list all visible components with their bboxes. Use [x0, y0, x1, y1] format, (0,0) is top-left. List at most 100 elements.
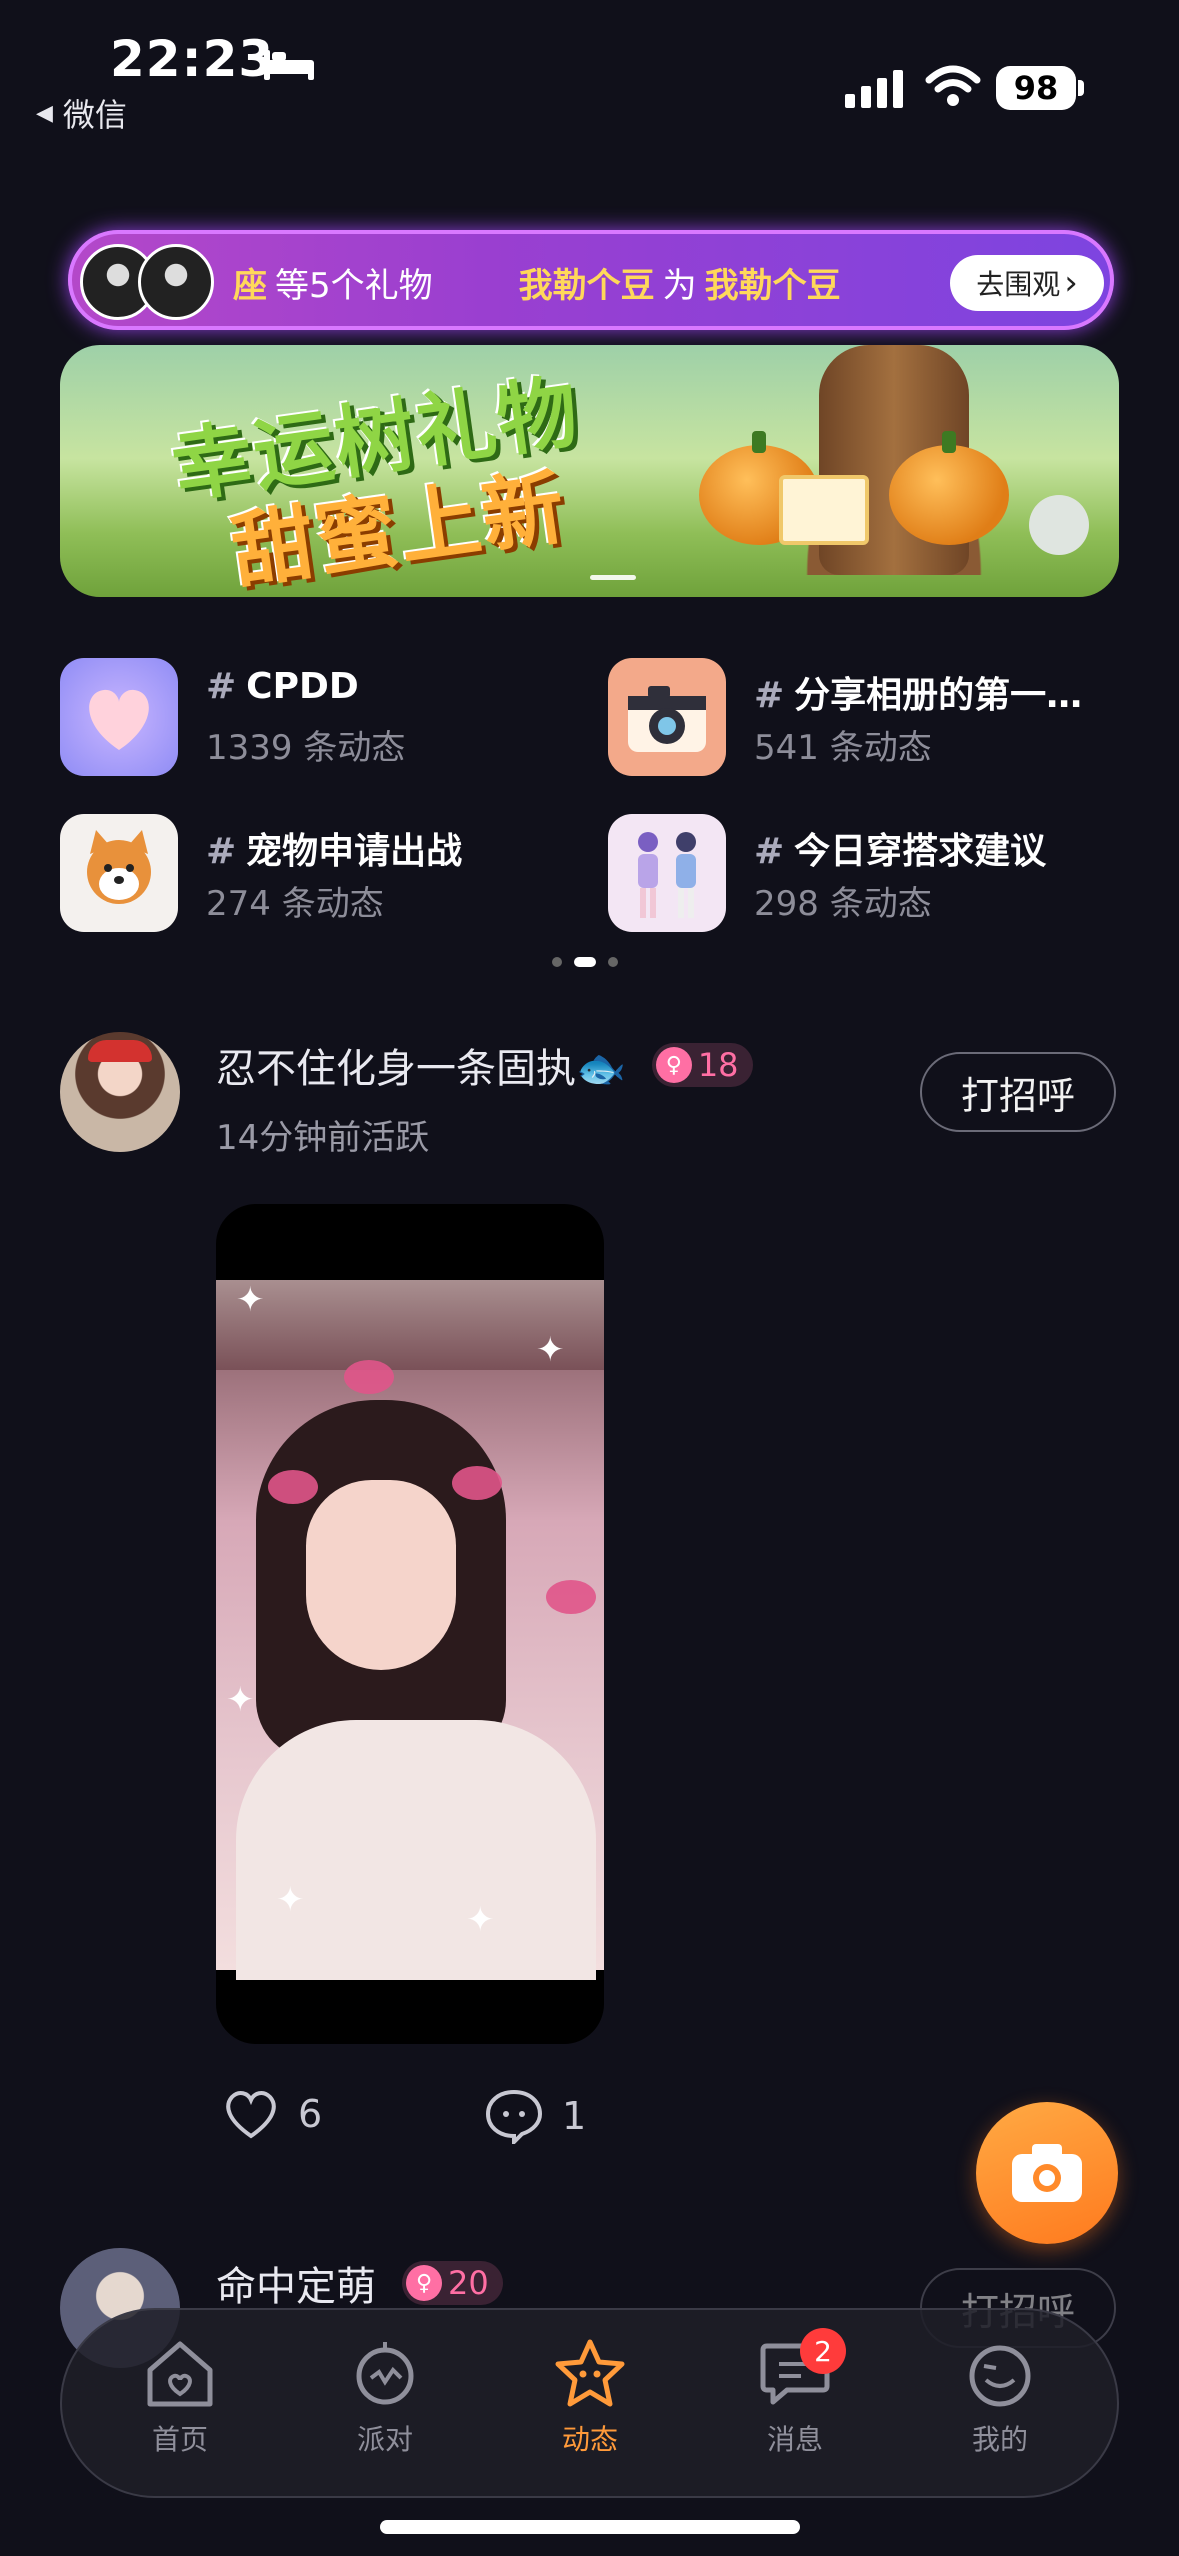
greet-button[interactable]: 打招呼 — [920, 1052, 1116, 1132]
topic-count: 541 条动态 — [754, 728, 932, 768]
tab-label: 我的 — [971, 2423, 1028, 2456]
tab-party[interactable]: 派对 — [315, 2338, 455, 2458]
home-icon — [147, 2341, 213, 2407]
username[interactable]: 命中定萌 — [216, 2254, 376, 2312]
topic-title-text: 分享相册的第一… — [794, 675, 1083, 716]
level-value: 18 — [697, 1046, 739, 1084]
topic-title: # 分享相册的第一… — [754, 666, 1082, 718]
camera-icon — [1012, 2144, 1082, 2202]
comment-count: 1 — [562, 2094, 587, 2138]
topic-title: # 今日穿搭求建议 — [754, 822, 1046, 874]
ticker-avatar — [138, 244, 214, 320]
sparkle-icon: ✦ — [276, 1880, 305, 1920]
feed-icon — [555, 2339, 625, 2407]
sparkle-icon: ✦ — [536, 1330, 565, 1370]
sparkle-icon: ✦ — [466, 1900, 495, 1940]
topics-pager — [552, 957, 618, 967]
topic-title-text: CPDD — [246, 666, 359, 707]
face — [306, 1480, 456, 1670]
tab-profile[interactable]: 我的 — [930, 2338, 1070, 2458]
post-video[interactable]: ✦ ✦ ✦ ✦ ✦ — [216, 1204, 604, 2044]
active-time: 14分钟前活跃 — [216, 1118, 430, 1158]
ticker-text-1: 座 — [233, 266, 267, 306]
kiss-sticker — [452, 1466, 502, 1500]
female-icon: ♀ — [406, 2265, 442, 2301]
topic-title-text: 今日穿搭求建议 — [794, 831, 1047, 872]
go-watch-label: 去围观 — [976, 268, 1061, 301]
sparkle-icon: ✦ — [236, 1280, 265, 1320]
home-indicator[interactable] — [380, 2520, 800, 2534]
topic-title-text: 宠物申请出战 — [246, 831, 463, 872]
like-button[interactable]: 6 — [222, 2088, 322, 2140]
hash-icon: # — [206, 831, 237, 872]
heart-icon — [60, 658, 178, 776]
sparkle-icon: ✦ — [226, 1680, 255, 1720]
tab-label: 首页 — [151, 2423, 208, 2456]
ticker-text-3: 为 — [662, 266, 697, 306]
pumpkin-right — [889, 445, 1009, 545]
topic-item-album[interactable]: # 分享相册的第一… 541 条动态 — [608, 658, 1128, 776]
back-arrow-icon: ◀ — [36, 100, 53, 126]
female-icon: ♀ — [655, 1047, 692, 1083]
post-header: 忍不住化身一条固执🐟 ♀ 18 — [216, 1036, 753, 1094]
camera-icon — [608, 658, 726, 776]
kiss-sticker — [546, 1580, 596, 1614]
tab-label: 派对 — [356, 2423, 413, 2456]
promo-banner[interactable]: 幸运树礼物 甜蜜上新 — [60, 345, 1119, 597]
tab-feed[interactable]: 动态 — [520, 2338, 660, 2458]
heart-outline-icon — [226, 2091, 276, 2139]
camera-post-button[interactable] — [976, 2102, 1118, 2244]
username[interactable]: 忍不住化身一条固执🐟 — [216, 1036, 626, 1094]
chevron-right-icon: › — [1064, 263, 1078, 303]
pumpkin-stem — [942, 431, 956, 453]
level-value: 20 — [448, 2264, 489, 2302]
topic-title: # CPDD — [206, 666, 359, 707]
back-label: 微信 — [62, 96, 127, 134]
tab-home[interactable]: 首页 — [110, 2338, 250, 2458]
ticker-sender: 我勒个豆 — [518, 266, 655, 306]
cellular-signal-icon — [845, 70, 903, 108]
topic-count: 298 条动态 — [754, 884, 932, 924]
hash-icon: # — [206, 666, 237, 707]
wifi-icon — [925, 65, 981, 106]
topic-count: 274 条动态 — [206, 884, 384, 924]
pager-dot — [608, 957, 618, 967]
outfit-icon — [608, 814, 726, 932]
apple-illustration — [1029, 495, 1089, 555]
hash-icon: # — [754, 675, 785, 716]
status-time: 22:23 — [110, 30, 275, 88]
level-badge: ♀ 18 — [651, 1043, 753, 1087]
banner-indicator — [590, 575, 636, 580]
topic-item-outfit[interactable]: # 今日穿搭求建议 298 条动态 — [608, 814, 1128, 932]
tab-label: 消息 — [766, 2423, 823, 2456]
topic-title: # 宠物申请出战 — [206, 822, 462, 874]
back-to-wechat[interactable]: ◀ 微信 — [36, 90, 127, 136]
comment-icon — [485, 2089, 543, 2144]
pager-dot-active — [574, 957, 596, 967]
gift-box-illustration — [779, 475, 869, 545]
ticker-text: 座 等5个礼物 我勒个豆 为 我勒个豆 — [233, 258, 841, 307]
shirt — [236, 1720, 596, 1980]
red-cap — [88, 1040, 152, 1062]
profile-icon — [969, 2345, 1031, 2407]
pumpkin-stem — [752, 431, 766, 453]
pager-dot — [552, 957, 562, 967]
avatar[interactable] — [60, 1032, 180, 1152]
kiss-sticker — [344, 1360, 394, 1394]
comment-button[interactable]: 1 — [484, 2088, 586, 2144]
ticker-receiver: 我勒个豆 — [704, 266, 841, 306]
sleep-focus-icon — [264, 50, 314, 80]
topic-count: 1339 条动态 — [206, 728, 406, 768]
message-badge: 2 — [800, 2328, 846, 2374]
ticker-text-2: 等5个礼物 — [275, 266, 433, 306]
like-count: 6 — [298, 2092, 323, 2136]
topic-item-cpdd[interactable]: # CPDD 1339 条动态 — [60, 658, 560, 776]
kiss-sticker — [268, 1470, 318, 1504]
battery-cap — [1078, 80, 1084, 96]
dog-icon — [60, 814, 178, 932]
party-icon — [356, 2342, 414, 2405]
go-watch-button[interactable]: 去围观 › — [950, 255, 1104, 311]
topic-item-pets[interactable]: # 宠物申请出战 274 条动态 — [60, 814, 560, 932]
post-header: 命中定萌 ♀ 20 — [216, 2254, 503, 2312]
battery-indicator: 98 — [996, 66, 1076, 110]
